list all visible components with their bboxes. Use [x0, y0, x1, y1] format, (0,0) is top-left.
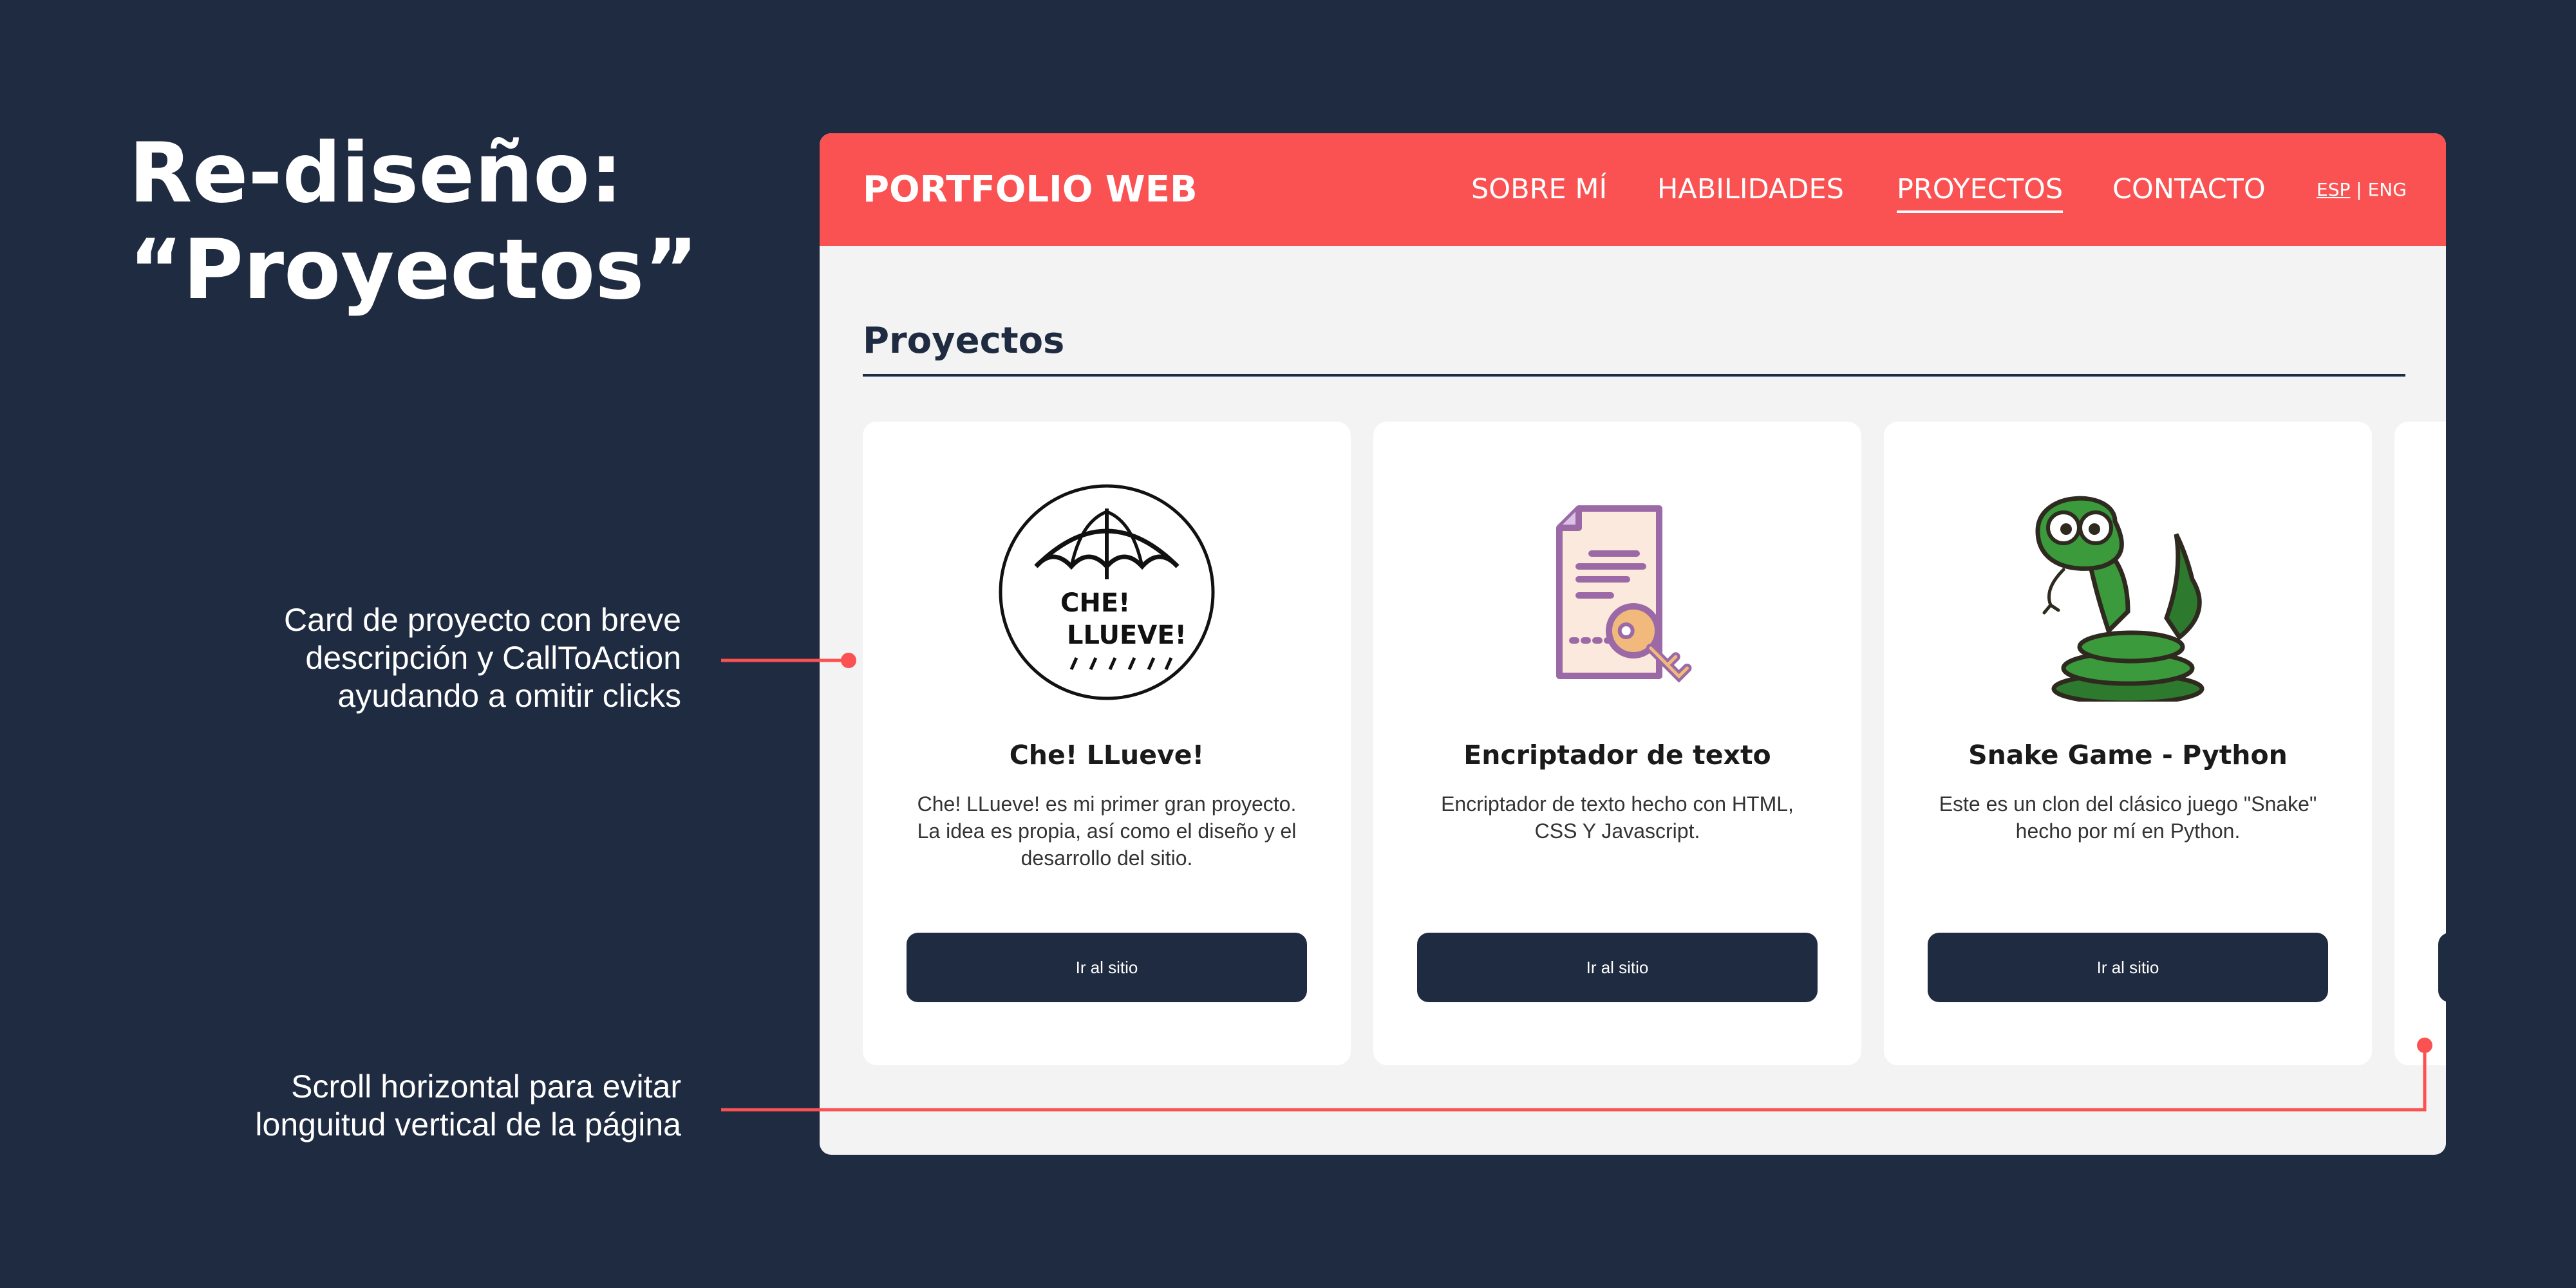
slide-title: Re-diseño: “Proyectos”	[129, 126, 773, 319]
lang-esp-link[interactable]: ESP	[2317, 179, 2350, 200]
visit-site-button[interactable]: Ir al sitio	[907, 933, 1307, 1002]
nav-link-proyectos[interactable]: PROYECTOS	[1897, 133, 2064, 246]
visit-site-button[interactable]: Ir al sitio	[1928, 933, 2328, 1002]
card-title: Encriptador de texto	[1463, 740, 1771, 770]
nav-link-contacto[interactable]: CONTACTO	[2112, 133, 2266, 246]
nav-link-label: CONTACTO	[2112, 173, 2266, 205]
project-card: Encriptador de texto Encriptador de text…	[1373, 422, 1861, 1065]
card-description: Este es un clon del clásico juego "Snake…	[1939, 792, 2317, 843]
project-card-partial	[2394, 422, 2446, 1065]
nav-link-label: HABILIDADES	[1657, 173, 1844, 205]
annotation-scroll-line: longuitud vertical de la página	[255, 1106, 681, 1143]
visit-site-button[interactable]: Ir al sitio	[1417, 933, 1818, 1002]
annotation-card-line: descripción y CallToAction	[305, 640, 681, 676]
document-key-icon	[1556, 505, 1692, 683]
nav-link-sobre-mi[interactable]: SOBRE MÍ	[1471, 133, 1607, 246]
brand-logo[interactable]: PORTFOLIO WEB	[863, 133, 1198, 246]
logo-text-che: CHE!	[1060, 588, 1130, 618]
slide-title-line-2: “Proyectos”	[129, 222, 699, 318]
lang-eng-link[interactable]: ENG	[2368, 179, 2407, 200]
section-title: Proyectos	[863, 320, 1065, 362]
card-description: Che! LLueve! es mi primer gran proyecto.…	[917, 792, 1297, 870]
project-card: Snake Game - Python Este es un clon del …	[1884, 422, 2372, 1065]
card-title: Snake Game - Python	[1968, 740, 2288, 770]
website-mockup: PORTFOLIO WEB SOBRE MÍ HABILIDADES PROYE…	[820, 133, 2446, 1155]
logo-text-llueve: LLUEVE!	[1067, 621, 1187, 650]
visit-site-button-partial[interactable]	[2438, 933, 2446, 1002]
snake-icon	[2035, 496, 2205, 702]
nav-link-label: PROYECTOS	[1897, 173, 2064, 213]
annotation-card: Card de proyecto con breve descripción y…	[129, 601, 681, 715]
lang-separator: |	[2356, 179, 2362, 200]
project-card: CHE! LLUEVE! Che! LLueve! Che! LLueve! e…	[863, 422, 1351, 1065]
annotation-scroll: Scroll horizontal para evitar longuitud …	[129, 1068, 681, 1144]
nav-link-habilidades[interactable]: HABILIDADES	[1657, 133, 1844, 246]
card-description: Encriptador de texto hecho con HTML, CSS…	[1441, 792, 1794, 843]
navbar: PORTFOLIO WEB SOBRE MÍ HABILIDADES PROYE…	[820, 133, 2446, 246]
annotation-card-line: ayudando a omitir clicks	[337, 678, 681, 714]
umbrella-logo-icon: CHE! LLUEVE!	[999, 484, 1215, 700]
language-switch: ESP | ENG	[2317, 133, 2407, 246]
card-title: Che! LLueve!	[1009, 740, 1205, 770]
slide-title-line-1: Re-diseño:	[129, 126, 623, 221]
section-divider	[863, 374, 2405, 377]
annotation-card-line: Card de proyecto con breve	[283, 602, 681, 638]
annotation-scroll-line: Scroll horizontal para evitar	[291, 1069, 681, 1105]
nav-link-label: SOBRE MÍ	[1471, 173, 1608, 205]
